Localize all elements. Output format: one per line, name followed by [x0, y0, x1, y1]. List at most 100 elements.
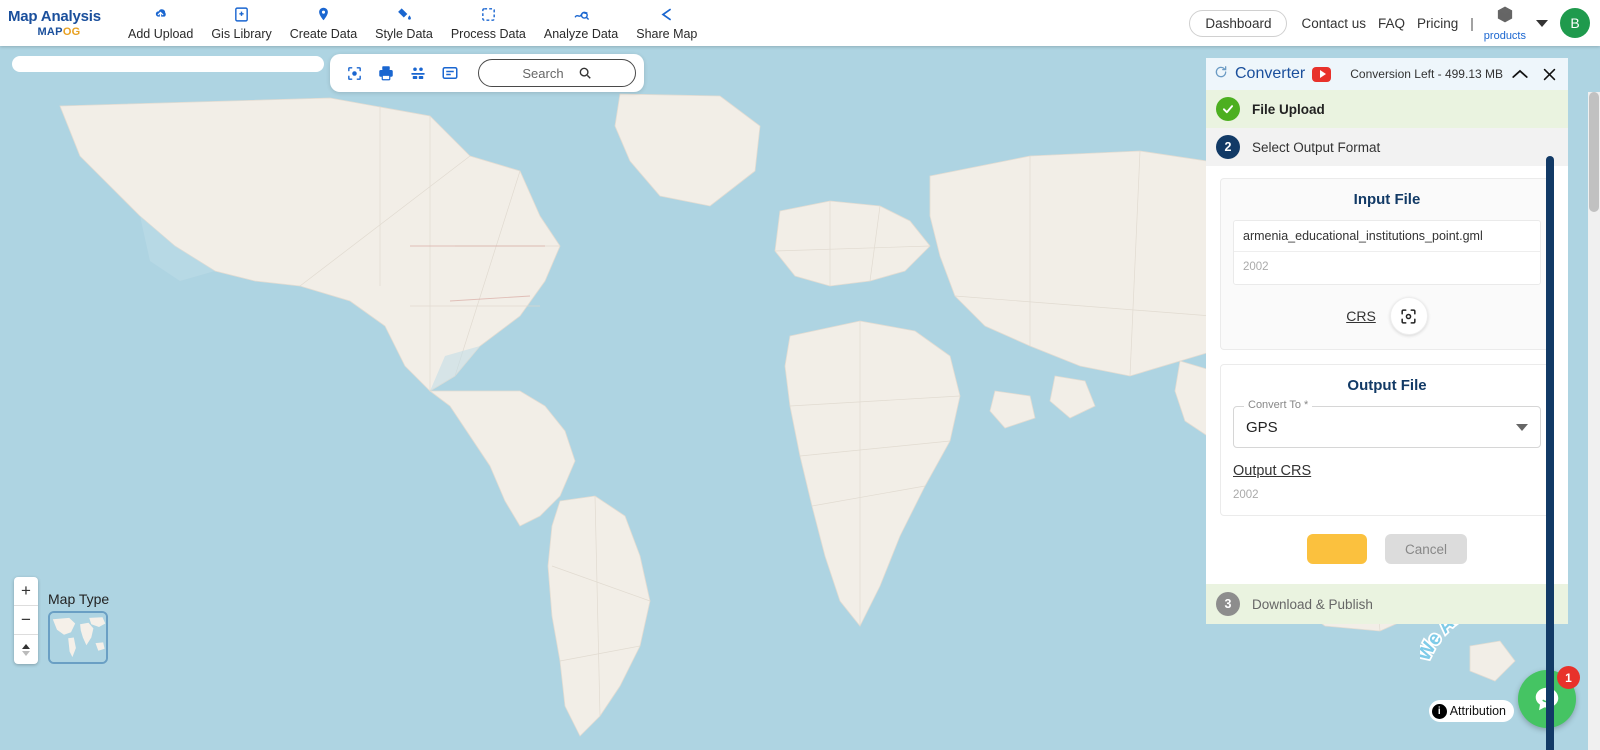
step-label-download-publish: Download & Publish [1252, 596, 1373, 612]
output-file-title: Output File [1347, 377, 1427, 394]
print-icon[interactable] [370, 58, 402, 88]
cancel-button[interactable]: Cancel [1385, 534, 1467, 564]
top-navigation-bar: Map Analysis MAPOG Add Upload Gis Librar… [0, 0, 1600, 46]
layer-progress-bar[interactable] [12, 56, 324, 72]
cloud-upload-icon [151, 5, 170, 23]
nav-label: Add Upload [128, 27, 194, 41]
legend-icon[interactable] [434, 58, 466, 88]
nav-label: Style Data [375, 27, 433, 41]
map-type-control: Map Type [48, 591, 109, 664]
map-toolbar: Search [330, 54, 644, 92]
nav-label: Process Data [450, 27, 526, 41]
panel-header-actions [1511, 66, 1560, 83]
converter-panel-header: Converter Conversion Left - 499.13 MB [1206, 58, 1568, 90]
brand-subtitle: MAPOG [8, 25, 110, 38]
paint-bucket-icon [396, 5, 413, 23]
faq-link[interactable]: FAQ [1378, 16, 1405, 31]
app-root: Map Analysis MAPOG Add Upload Gis Librar… [0, 0, 1600, 750]
search-icon [578, 66, 592, 80]
nav-items: Add Upload Gis Library Create Data Style… [128, 5, 715, 41]
chevron-down-icon[interactable] [1536, 19, 1548, 27]
chevron-up-icon[interactable] [1511, 68, 1529, 80]
step-file-upload[interactable]: File Upload [1206, 90, 1568, 128]
brand-logo[interactable]: Map Analysis MAPOG [0, 9, 110, 38]
convert-to-legend: Convert To * [1244, 399, 1313, 411]
output-file-card: Output File Convert To * GPS Output CRS … [1220, 364, 1554, 516]
brand-title: Map Analysis [8, 7, 101, 25]
step-status-done-icon [1216, 97, 1240, 121]
input-file-box: armenia_educational_institutions_point.g… [1233, 220, 1541, 285]
compass-icon[interactable] [14, 635, 38, 664]
step-label-select-output-format: Select Output Format [1252, 139, 1381, 155]
products-label: products [1483, 29, 1526, 42]
step-label-file-upload: File Upload [1252, 101, 1325, 117]
input-crs-value[interactable]: 2002 [1234, 252, 1540, 284]
nav-item-share-map[interactable]: Share Map [636, 5, 697, 41]
conversion-left-label: Conversion Left - 499.13 MB [1350, 67, 1503, 81]
panel-scrollbar[interactable] [1546, 156, 1554, 750]
target-icon[interactable] [338, 58, 370, 88]
attribution-label: Attribution [1449, 704, 1506, 718]
chevron-down-icon [1516, 423, 1528, 431]
input-file-title: Input File [1353, 191, 1421, 208]
step-number-2: 2 [1216, 135, 1240, 159]
page-scrollbar[interactable] [1588, 92, 1600, 750]
nav-item-create-data[interactable]: Create Data [290, 5, 357, 41]
nav-label: Share Map [636, 27, 698, 41]
convert-button[interactable] [1307, 534, 1367, 564]
search-input[interactable]: Search [478, 59, 636, 87]
nav-item-gis-library[interactable]: Gis Library [211, 5, 272, 41]
step-number-3: 3 [1216, 592, 1240, 616]
analyze-icon [572, 5, 591, 23]
output-crs-value[interactable]: 2002 [1233, 489, 1541, 501]
nav-item-style-data[interactable]: Style Data [375, 5, 433, 41]
contact-us-link[interactable]: Contact us [1301, 16, 1366, 31]
map-type-thumbnail[interactable] [48, 611, 108, 664]
convert-to-select[interactable]: GPS [1233, 406, 1541, 448]
nav-separator: | [1470, 15, 1474, 31]
step-2-body: Input File armenia_educational_instituti… [1206, 166, 1568, 584]
brand-sub-prefix: MAP [37, 25, 63, 38]
input-filename: armenia_educational_institutions_point.g… [1234, 221, 1540, 252]
crs-link[interactable]: CRS [1346, 308, 1376, 324]
dashboard-button[interactable]: Dashboard [1189, 9, 1288, 37]
nav-label: Gis Library [211, 27, 272, 41]
info-icon: i [1431, 703, 1447, 719]
compare-icon[interactable] [402, 58, 434, 88]
attribution-badge[interactable]: i Attribution [1428, 700, 1514, 722]
refresh-icon[interactable] [1214, 65, 1228, 84]
panel-title: Converter [1235, 65, 1306, 82]
map-pin-icon [316, 5, 331, 23]
nav-right-group: Dashboard Contact us FAQ Pricing | produ… [1189, 5, 1600, 42]
step-select-output-format[interactable]: 2 Select Output Format [1206, 128, 1568, 166]
youtube-play-icon[interactable] [1312, 66, 1332, 82]
search-placeholder: Search [522, 65, 564, 81]
process-icon [480, 5, 497, 23]
nav-label: Analyze Data [543, 27, 619, 41]
converter-panel: Converter Conversion Left - 499.13 MB Fi… [1206, 58, 1568, 750]
nav-item-process-data[interactable]: Process Data [451, 5, 526, 41]
convert-to-field: Convert To * GPS [1233, 399, 1541, 448]
scan-crs-icon[interactable] [1389, 297, 1428, 335]
box-icon [1495, 5, 1515, 29]
action-buttons: Cancel [1220, 534, 1554, 564]
chat-unread-badge: 1 [1557, 666, 1580, 689]
step-download-publish[interactable]: 3 Download & Publish [1206, 584, 1568, 624]
nav-item-analyze-data[interactable]: Analyze Data [544, 5, 618, 41]
brand-sub-suffix: OG [62, 25, 81, 38]
library-icon [233, 5, 250, 23]
close-icon[interactable] [1541, 66, 1558, 83]
nav-label: Create Data [289, 27, 358, 41]
avatar[interactable]: B [1560, 8, 1590, 38]
products-menu[interactable]: products [1484, 5, 1526, 42]
convert-to-value: GPS [1246, 418, 1278, 436]
zoom-in-button[interactable]: + [14, 577, 38, 606]
input-crs-row: CRS [1233, 297, 1541, 335]
page-scrollbar-thumb[interactable] [1589, 92, 1599, 212]
pricing-link[interactable]: Pricing [1417, 16, 1458, 31]
map-zoom-controls: + − [14, 577, 38, 664]
output-crs-link[interactable]: Output CRS [1233, 463, 1311, 479]
zoom-out-button[interactable]: − [14, 606, 38, 635]
input-file-card: Input File armenia_educational_instituti… [1220, 178, 1554, 350]
nav-item-add-upload[interactable]: Add Upload [128, 5, 193, 41]
